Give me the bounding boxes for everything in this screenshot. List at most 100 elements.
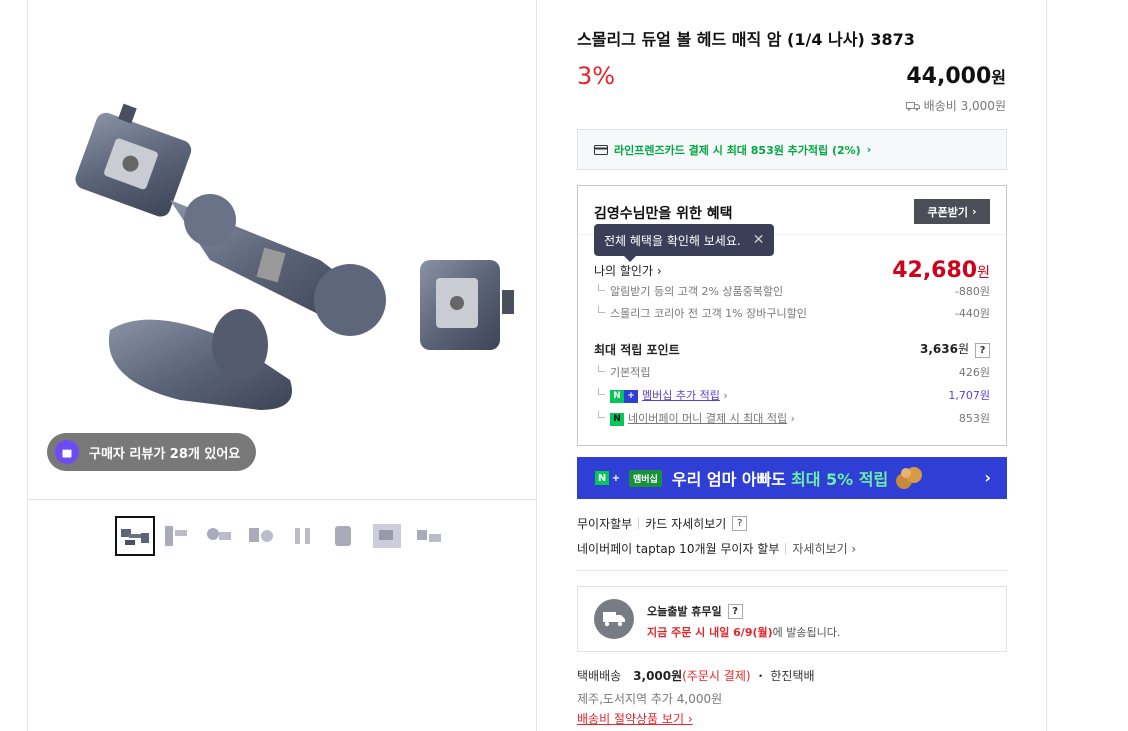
shipping-pay-timing: (주문시 결제) [682, 669, 751, 683]
membership-link-text: 멤버십 추가 적립 [642, 389, 720, 402]
points-value: 3,636원? [920, 340, 990, 358]
point-detail-value: 853원 [958, 412, 990, 425]
promo-highlight: 최대 5% 적립 [791, 470, 889, 489]
shipping-saving-link[interactable]: 배송비 절약상품 보기 › [577, 710, 693, 727]
help-icon[interactable]: ? [975, 343, 990, 358]
shipping-method-row: 택배배송 3,000원 (주문시 결제) ・ 한진택배 [577, 667, 815, 684]
shipping-price: 3,000원 [633, 669, 683, 683]
truck-icon [905, 101, 920, 111]
detail-link-text: 자세히보기 [792, 542, 848, 556]
naverpay-link[interactable]: N 네이버페이 머니 결제 시 최대 적립 › [594, 410, 795, 426]
thumbnail-1[interactable] [115, 516, 155, 556]
card-benefit-banner[interactable]: 라인프렌즈카드 결제 시 최대 853원 추가적립 (2%) › [577, 129, 1007, 170]
naverpay-icon: N [610, 412, 624, 426]
naver-plus-icon: N + [610, 389, 638, 403]
shipping-carrier: ・ 한진택배 [754, 669, 815, 683]
points-unit: 원 [957, 342, 969, 356]
detail-link[interactable]: 자세히보기 › [792, 540, 856, 557]
discount-row: 알림받기 등의 고객 2% 상품중복할인 -880원 [594, 283, 990, 299]
chevron-right-icon: › [984, 468, 991, 487]
thumbnail-5[interactable] [283, 516, 323, 556]
thumbnail-3[interactable] [199, 516, 239, 556]
my-discount-link[interactable]: 나의 할인가 › [594, 262, 662, 279]
chevron-right-icon: › [866, 143, 872, 156]
points-number: 3,636 [919, 342, 958, 356]
membership-chip: 멤버십 [629, 469, 662, 487]
thumbnail-strip [115, 516, 449, 556]
help-icon[interactable]: ? [727, 603, 743, 619]
discount-label: 알림받기 등의 고객 2% 상품중복할인 [594, 283, 783, 299]
delivery-title-text: 오늘출발 휴무일 [647, 605, 722, 618]
benefit-box: 김영수님만을 위한 혜택 쿠폰받기 › 나의 할인가 › 42,680원 전체 … [577, 185, 1007, 446]
point-detail-row: N + 멤버십 추가 적립 › 1,707원 [594, 387, 990, 403]
naverpay-installment-row: 네이버페이 taptap 10개월 무이자 할부 자세히보기 › [577, 540, 856, 557]
shipping-saving-text: 배송비 절약상품 보기 [577, 712, 684, 726]
membership-link[interactable]: N + 멤버십 추가 적립 › [594, 387, 728, 403]
my-discount-price: 42,680원 [892, 258, 990, 283]
my-discount-unit: 원 [977, 265, 990, 281]
thumbnail-7[interactable] [367, 516, 407, 556]
delivery-title: 오늘출발 휴무일 ? [647, 603, 743, 619]
product-main-image [75, 103, 514, 410]
my-discount-row: 나의 할인가 › 42,680원 [594, 258, 990, 283]
thumbnail-4[interactable] [241, 516, 281, 556]
installment-row: 무이자할부 카드 자세히보기 ? [577, 515, 748, 532]
delivery-description: 지금 주문 시 내일 6/9(월)에 발송됩니다. [647, 624, 840, 640]
coupon-button[interactable]: 쿠폰받기 › [914, 199, 990, 224]
review-count-text: 구매자 리뷰가 28개 있어요 [89, 446, 241, 462]
promo-text: 우리 엄마 아빠도 [671, 470, 787, 489]
shipping-extra: 제주,도서지역 추가 4,000원 [577, 692, 723, 706]
frame-divider [536, 0, 537, 731]
shopping-bag-icon [55, 440, 79, 464]
product-title: 스몰리그 듀얼 볼 헤드 매직 암 (1/4 나사) 3873 [577, 30, 915, 49]
my-discount-number: 42,680 [892, 258, 978, 283]
shipping-fee: 배송비 3,000원 [905, 97, 1006, 114]
point-detail-label: 기본적립 [594, 364, 650, 380]
thumbnail-2[interactable] [157, 516, 197, 556]
benefit-tooltip: 전체 혜택을 확인해 보세요. ✕ [594, 224, 775, 262]
membership-promo-banner[interactable]: N + 멤버십 우리 엄마 아빠도 최대 5% 적립 › [577, 457, 1007, 499]
discount-value: -880원 [954, 285, 990, 298]
discount-row: 스몰리그 코리아 전 고객 1% 장바구니할인 -440원 [594, 305, 990, 321]
points-row: 최대 적립 포인트 3,636원? [594, 340, 990, 358]
product-price: 44,000원 [906, 64, 1006, 89]
review-count-pill[interactable]: 구매자 리뷰가 28개 있어요 [47, 433, 257, 471]
delivery-date: 지금 주문 시 내일 6/9(월) [647, 626, 773, 639]
coupon-button-label: 쿠폰받기 [927, 205, 968, 219]
frame-right-border [1046, 0, 1047, 731]
separator [785, 543, 787, 554]
naver-plus-icon: N + [595, 471, 623, 485]
thumbnail-8[interactable] [409, 516, 449, 556]
my-discount-label: 나의 할인가 [594, 264, 654, 278]
truck-icon [594, 599, 634, 639]
separator [638, 518, 640, 529]
credit-card-icon [594, 144, 608, 155]
card-detail-link[interactable]: 카드 자세히보기 [645, 515, 726, 532]
naverpay-installment-text: 네이버페이 taptap 10개월 무이자 할부 [577, 542, 780, 556]
help-icon[interactable]: ? [732, 516, 748, 531]
point-detail-row: 기본적립 426원 [594, 364, 990, 380]
gallery-divider [28, 499, 536, 500]
point-detail-row: N 네이버페이 머니 결제 시 최대 적립 › 853원 [594, 410, 990, 426]
point-detail-value: 426원 [958, 366, 990, 379]
shipping-fee-text: 배송비 3,000원 [923, 99, 1006, 113]
frame-left-border [27, 0, 28, 731]
benefit-title: 김영수님만을 위한 혜택 [594, 206, 733, 222]
coins-icon [896, 467, 923, 489]
delivery-notice-box: 오늘출발 휴무일 ? 지금 주문 시 내일 6/9(월)에 발송됩니다. [577, 586, 1007, 652]
discount-value: -440원 [954, 307, 990, 320]
price-number: 44,000 [906, 64, 992, 89]
delivery-desc-rest: 에 발송됩니다. [772, 626, 841, 639]
naverpay-link-text: 네이버페이 머니 결제 시 최대 적립 [628, 412, 788, 425]
thumbnail-6[interactable] [325, 516, 365, 556]
discount-rate: 3% [577, 62, 616, 90]
discount-label: 스몰리그 코리아 전 고객 1% 장바구니할인 [594, 305, 807, 321]
close-icon[interactable]: ✕ [753, 232, 765, 248]
points-label: 최대 적립 포인트 [594, 342, 680, 357]
card-benefit-text: 라인프렌즈카드 결제 시 최대 853원 추가적립 (2%) [614, 143, 861, 157]
chevron-right-icon: › [971, 205, 977, 218]
installment-label: 무이자할부 [577, 517, 633, 531]
section-divider [577, 570, 1007, 571]
tooltip-text: 전체 혜택을 확인해 보세요. [604, 233, 741, 248]
price-unit: 원 [991, 68, 1006, 87]
